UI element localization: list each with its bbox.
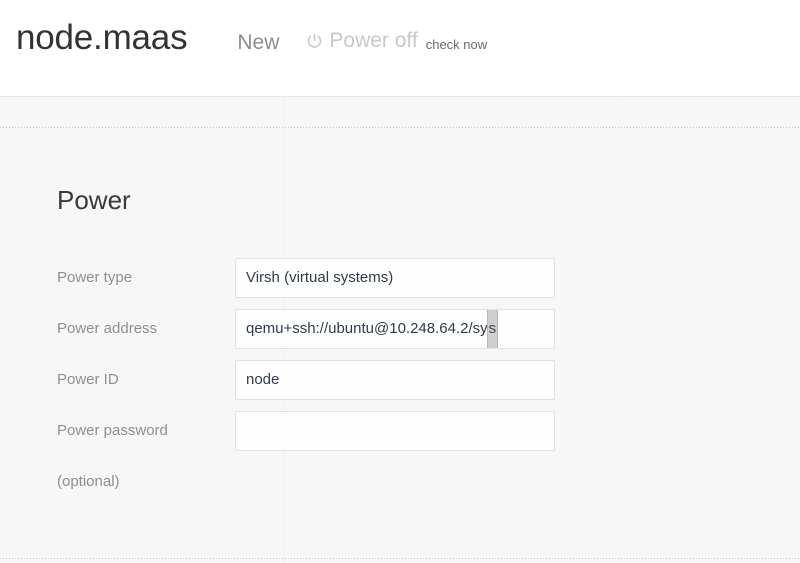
power-state-label: Power off <box>329 28 418 52</box>
header-meta: New Power off check now <box>237 26 487 61</box>
power-id-input[interactable]: node <box>235 360 555 400</box>
power-address-selected-char: s <box>486 310 499 348</box>
power-type-input[interactable]: Virsh (virtual systems) <box>235 258 555 298</box>
label-power-id: Power ID <box>57 371 119 388</box>
label-power-password: Power password (optional) <box>0 411 235 502</box>
power-icon <box>306 33 323 50</box>
field-power-type: Virsh (virtual systems) <box>235 258 555 298</box>
label-power-password-main: Power password <box>57 422 168 439</box>
field-power-password <box>235 411 555 451</box>
check-now-link[interactable]: check now <box>426 30 487 60</box>
label-power-password-optional: (optional) <box>57 473 120 490</box>
form-row-power-type: Power type Virsh (virtual systems) <box>0 258 800 309</box>
power-password-input[interactable] <box>235 411 555 451</box>
page-title: node.maas <box>16 18 188 57</box>
field-power-id: node <box>235 360 555 400</box>
power-state-group: Power off <box>306 26 418 56</box>
power-configuration-form: Power type Virsh (virtual systems) Power… <box>0 258 800 490</box>
label-power-type: Power type <box>57 269 133 286</box>
section-divider-bottom <box>0 558 800 559</box>
page-header: node.maas New Power off check now <box>0 0 800 97</box>
label-power-address: Power address <box>57 320 158 337</box>
form-row-power-id: Power ID node <box>0 360 800 411</box>
section-title-power: Power <box>57 185 131 215</box>
node-status-label: New <box>237 31 280 54</box>
form-row-power-password: Power password (optional) <box>0 411 800 490</box>
power-address-input[interactable]: qemu+ssh://ubuntu@10.248.64.2/sy s <box>235 309 555 349</box>
section-divider-top <box>0 127 800 128</box>
form-row-power-address: Power address qemu+ssh://ubuntu@10.248.6… <box>0 309 800 360</box>
field-power-address: qemu+ssh://ubuntu@10.248.64.2/sy s <box>235 309 555 349</box>
header-inner: node.maas New Power off check now <box>16 16 487 60</box>
power-address-value: qemu+ssh://ubuntu@10.248.64.2/sy <box>246 320 488 337</box>
